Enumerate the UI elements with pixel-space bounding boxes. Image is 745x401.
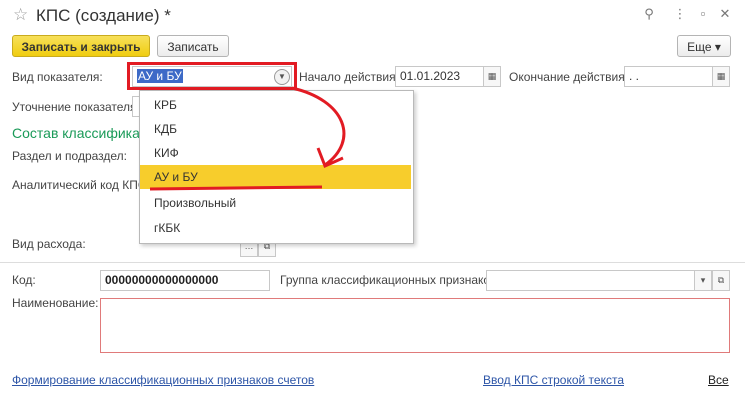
annotation-arrow — [149, 86, 346, 191]
